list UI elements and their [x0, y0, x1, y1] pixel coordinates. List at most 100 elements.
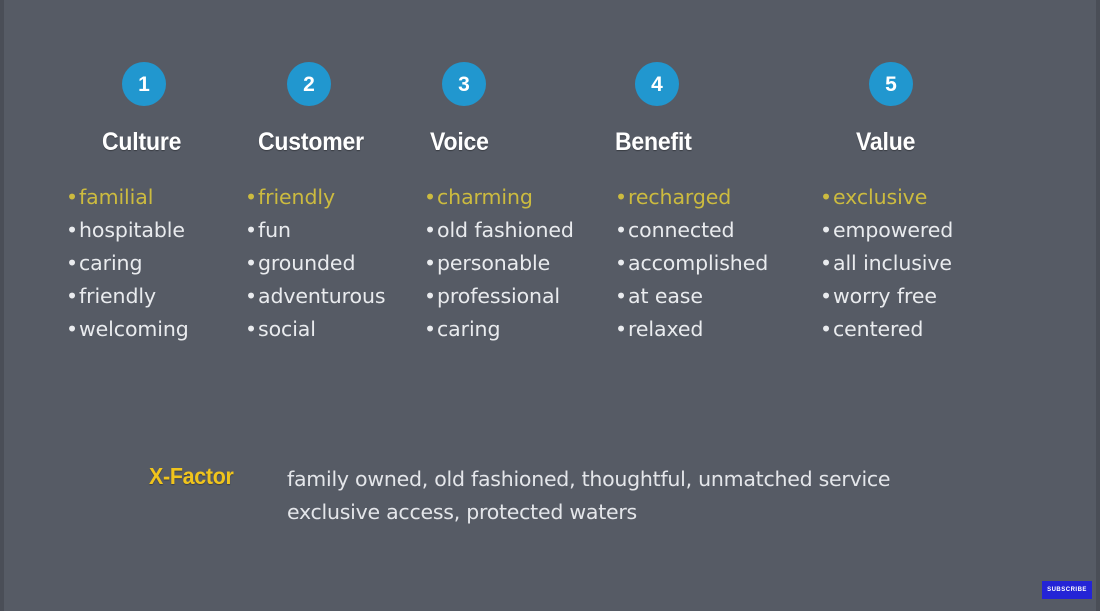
- bullet-icon: •: [245, 284, 257, 308]
- bullet-icon: •: [66, 251, 78, 275]
- step-number-badge: 2: [287, 62, 331, 106]
- bullet-icon: •: [245, 218, 257, 242]
- bullet-icon: •: [66, 218, 78, 242]
- attribute-item: •professional: [424, 280, 560, 313]
- attribute-item-label: personable: [437, 251, 551, 275]
- attribute-item-label: relaxed: [628, 317, 704, 341]
- column-heading: Customer: [258, 128, 364, 156]
- attribute-item-label: recharged: [628, 185, 732, 209]
- column-heading: Benefit: [615, 128, 692, 156]
- attribute-item-label: caring: [79, 251, 143, 275]
- attribute-list: •recharged •connected •accomplished •at eas…: [615, 181, 768, 346]
- bullet-icon: •: [820, 251, 832, 275]
- bullet-icon: •: [615, 317, 627, 341]
- attribute-item: •hospitable: [66, 214, 185, 247]
- attribute-item: •empowered: [820, 214, 1096, 247]
- bullet-icon: •: [820, 185, 832, 209]
- attribute-item-label: welcoming: [79, 317, 189, 341]
- attribute-item: •caring: [66, 247, 183, 280]
- attribute-list: •friendly •fun •grounded •adventurous •socia…: [245, 181, 386, 346]
- x-factor-label: X-Factor: [149, 463, 234, 489]
- attribute-item-label: fun: [258, 218, 291, 242]
- badge-row: 1: [66, 62, 183, 108]
- bullet-icon: •: [66, 185, 78, 209]
- bullet-icon: •: [66, 317, 78, 341]
- bullet-icon: •: [245, 185, 257, 209]
- attribute-item-label: friendly: [258, 185, 335, 209]
- bullet-icon: •: [615, 251, 627, 275]
- attribute-item-label: at ease: [628, 284, 703, 308]
- attribute-item-label: exclusive: [833, 185, 928, 209]
- attribute-item: •connected: [615, 214, 762, 247]
- attribute-item: •exclusive: [820, 181, 1096, 214]
- step-number-badge: 4: [635, 62, 679, 106]
- column-heading: Voice: [430, 128, 489, 156]
- badge-row: 3: [424, 62, 555, 108]
- attribute-item-label: grounded: [258, 251, 356, 275]
- attribute-column-value: 5 Value •exclusive •empowered •all inclusive…: [762, 62, 1096, 346]
- attribute-item: •at ease: [615, 280, 762, 313]
- attribute-item: •centered: [820, 313, 1096, 346]
- column-heading: Culture: [102, 128, 182, 156]
- attribute-item-label: centered: [833, 317, 924, 341]
- x-factor-section: X-Factor family owned, old fashioned, th…: [4, 463, 1096, 529]
- bullet-icon: •: [424, 284, 436, 308]
- step-number-badge: 3: [442, 62, 486, 106]
- bullet-icon: •: [66, 284, 78, 308]
- bullet-icon: •: [820, 317, 832, 341]
- x-factor-lines: family owned, old fashioned, thoughtful,…: [287, 463, 891, 529]
- attribute-list: •charming •old fashioned •personable •profe…: [424, 181, 574, 346]
- attribute-item: •old fashioned: [424, 214, 574, 247]
- slide-canvas: 1 Culture •familial •hospitable •caring •frie…: [0, 0, 1100, 611]
- attribute-item-label: all inclusive: [833, 251, 952, 275]
- bullet-icon: •: [424, 185, 436, 209]
- column-heading: Value: [856, 128, 916, 156]
- attribute-item: •friendly: [66, 280, 183, 313]
- bullet-icon: •: [424, 251, 436, 275]
- attribute-item: •adventurous: [245, 280, 386, 313]
- attribute-item: •friendly: [245, 181, 362, 214]
- attribute-item: •grounded: [245, 247, 362, 280]
- attribute-item: •welcoming: [66, 313, 189, 346]
- attribute-item-label: empowered: [833, 218, 954, 242]
- attribute-item-label: caring: [437, 317, 501, 341]
- attribute-item: •relaxed: [615, 313, 762, 346]
- attribute-item: •personable: [424, 247, 555, 280]
- attribute-item-label: old fashioned: [437, 218, 574, 242]
- attribute-item: •accomplished: [615, 247, 768, 280]
- badge-row: 2: [245, 62, 362, 108]
- attribute-item-label: hospitable: [79, 218, 185, 242]
- attribute-column-voice: 3 Voice •charming •old fashioned •personable…: [362, 62, 574, 346]
- attribute-item: •familial: [66, 181, 183, 214]
- attribute-column-culture: 1 Culture •familial •hospitable •caring •frie…: [4, 62, 189, 346]
- step-number-badge: 5: [869, 62, 913, 106]
- step-number-badge: 1: [122, 62, 166, 106]
- subscribe-button[interactable]: SUBSCRIBE: [1042, 581, 1092, 599]
- attribute-item: •worry free: [820, 280, 1096, 313]
- bullet-icon: •: [615, 218, 627, 242]
- attribute-column-benefit: 4 Benefit •recharged •connected •accomplishe…: [555, 62, 768, 346]
- attribute-item: •caring: [424, 313, 555, 346]
- attribute-item: •all inclusive: [820, 247, 1096, 280]
- attribute-item-label: friendly: [79, 284, 156, 308]
- bullet-icon: •: [424, 218, 436, 242]
- attribute-item: •fun: [245, 214, 362, 247]
- attribute-item-label: accomplished: [628, 251, 769, 275]
- attribute-columns: 1 Culture •familial •hospitable •caring •frie…: [4, 62, 1096, 346]
- bullet-icon: •: [424, 317, 436, 341]
- bullet-icon: •: [245, 251, 257, 275]
- bullet-icon: •: [615, 185, 627, 209]
- attribute-list: •familial •hospitable •caring •friendly •wel…: [66, 181, 189, 346]
- attribute-item: •recharged: [615, 181, 762, 214]
- bullet-icon: •: [615, 284, 627, 308]
- attribute-item: •social: [245, 313, 362, 346]
- bullet-icon: •: [245, 317, 257, 341]
- x-factor-line: exclusive access, protected waters: [287, 500, 637, 524]
- attribute-item: •charming: [424, 181, 555, 214]
- badge-row: 5: [820, 62, 1096, 108]
- attribute-item-label: connected: [628, 218, 735, 242]
- attribute-item-label: social: [258, 317, 316, 341]
- bullet-icon: •: [820, 284, 832, 308]
- badge-row: 4: [615, 62, 762, 108]
- attribute-item-label: professional: [437, 284, 561, 308]
